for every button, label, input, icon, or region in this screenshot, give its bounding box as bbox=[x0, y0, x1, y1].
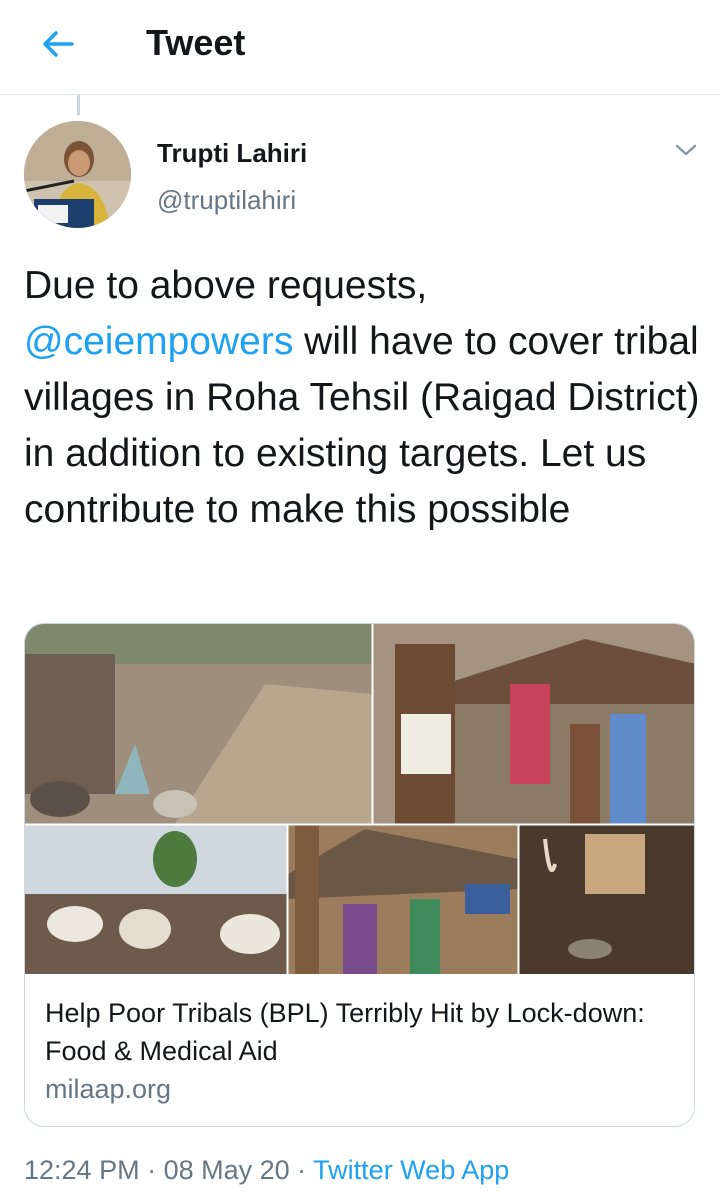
tweet-time: 12:24 PM bbox=[24, 1155, 140, 1185]
author-name[interactable]: Trupti Lahiri bbox=[157, 138, 307, 169]
arrow-left-icon[interactable] bbox=[38, 24, 78, 64]
card-domain: milaap.org bbox=[45, 1074, 172, 1104]
tweet-text: Due to above requests, @ceiempowers will… bbox=[24, 258, 704, 538]
page-title: Tweet bbox=[146, 22, 246, 63]
card-image-collage bbox=[25, 624, 694, 974]
meta-separator: · bbox=[289, 1155, 314, 1185]
mention-link[interactable]: @ceiempowers bbox=[24, 320, 293, 363]
tweet-text-start: Due to above requests, bbox=[24, 264, 428, 307]
author-handle[interactable]: @truptilahiri bbox=[157, 185, 296, 216]
tweet-source-link[interactable]: Twitter Web App bbox=[313, 1155, 509, 1185]
link-card[interactable]: Help Poor Tribals (BPL) Terribly Hit by … bbox=[24, 623, 695, 1127]
thread-connector bbox=[77, 95, 80, 115]
avatar[interactable] bbox=[24, 121, 131, 228]
top-bar: Tweet bbox=[0, 0, 720, 95]
chevron-down-icon[interactable] bbox=[672, 138, 700, 162]
card-title[interactable]: Help Poor Tribals (BPL) Terribly Hit by … bbox=[45, 994, 665, 1070]
tweet-meta: 12:24 PM · 08 May 20 · Twitter Web App bbox=[24, 1155, 509, 1186]
meta-separator: · bbox=[139, 1155, 164, 1185]
avatar-photo bbox=[24, 121, 131, 228]
tweet-date: 08 May 20 bbox=[163, 1155, 290, 1185]
